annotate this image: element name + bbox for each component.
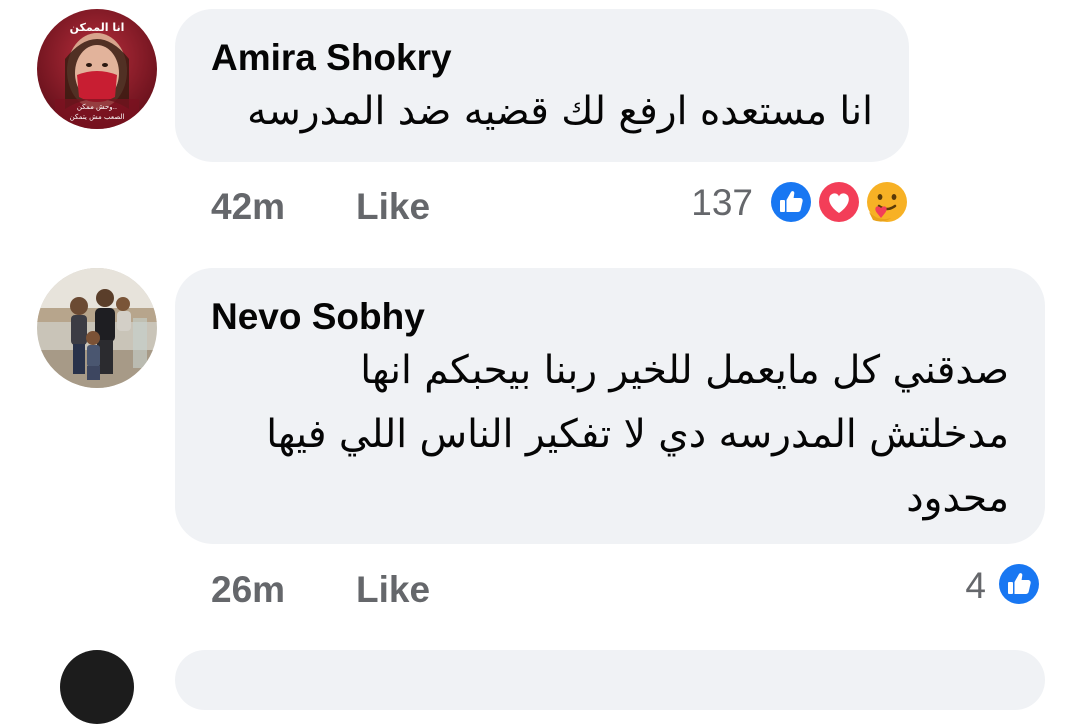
avatar-bottom-text-1: وحش ممكن.. <box>77 103 117 111</box>
reaction-count[interactable]: 137 <box>660 182 753 224</box>
care-icon <box>865 180 909 224</box>
comment-bubble: Amira Shokry انا مستعده ارفع لك قضيه ضد … <box>175 9 909 162</box>
like-button[interactable]: Like <box>356 569 430 611</box>
avatar[interactable]: انا الممكن وحش ممكن.. الصعب مش يتمكن <box>37 9 157 129</box>
avatar-top-text: انا الممكن <box>70 21 125 34</box>
comment-text: انا مستعده ارفع لك قضيه ضد المدرسه <box>247 89 873 134</box>
comment-text-line-3: محدود <box>906 476 1009 521</box>
comment-text-line-2: مدخلتش المدرسه دي لا تفكير الناس اللي في… <box>266 412 1009 457</box>
comment-text-line-1: صدقني كل مايعمل للخير ربنا بيحبكم انها <box>360 348 1009 393</box>
like-icon <box>769 180 813 224</box>
love-icon <box>817 180 861 224</box>
avatar[interactable] <box>60 650 134 724</box>
comment-author[interactable]: Nevo Sobhy <box>211 296 425 338</box>
comment-time[interactable]: 42m <box>211 186 285 228</box>
reaction-count[interactable]: 4 <box>930 565 986 607</box>
like-button[interactable]: Like <box>356 186 430 228</box>
comment-1: انا الممكن وحش ممكن.. الصعب مش يتمكن Ami… <box>0 0 1080 250</box>
comment-time[interactable]: 26m <box>211 569 285 611</box>
avatar-image <box>37 268 157 388</box>
comment-bubble <box>175 650 1045 710</box>
comment-author[interactable]: Amira Shokry <box>211 37 452 79</box>
comment-bubble: Nevo Sobhy صدقني كل مايعمل للخير ربنا بي… <box>175 268 1045 544</box>
avatar-bottom-text-2: الصعب مش يتمكن <box>70 113 125 121</box>
like-icon <box>997 562 1041 606</box>
comment-2: Nevo Sobhy صدقني كل مايعمل للخير ربنا بي… <box>0 250 1080 650</box>
avatar[interactable] <box>37 268 157 388</box>
avatar-image: انا الممكن وحش ممكن.. الصعب مش يتمكن <box>37 9 157 129</box>
